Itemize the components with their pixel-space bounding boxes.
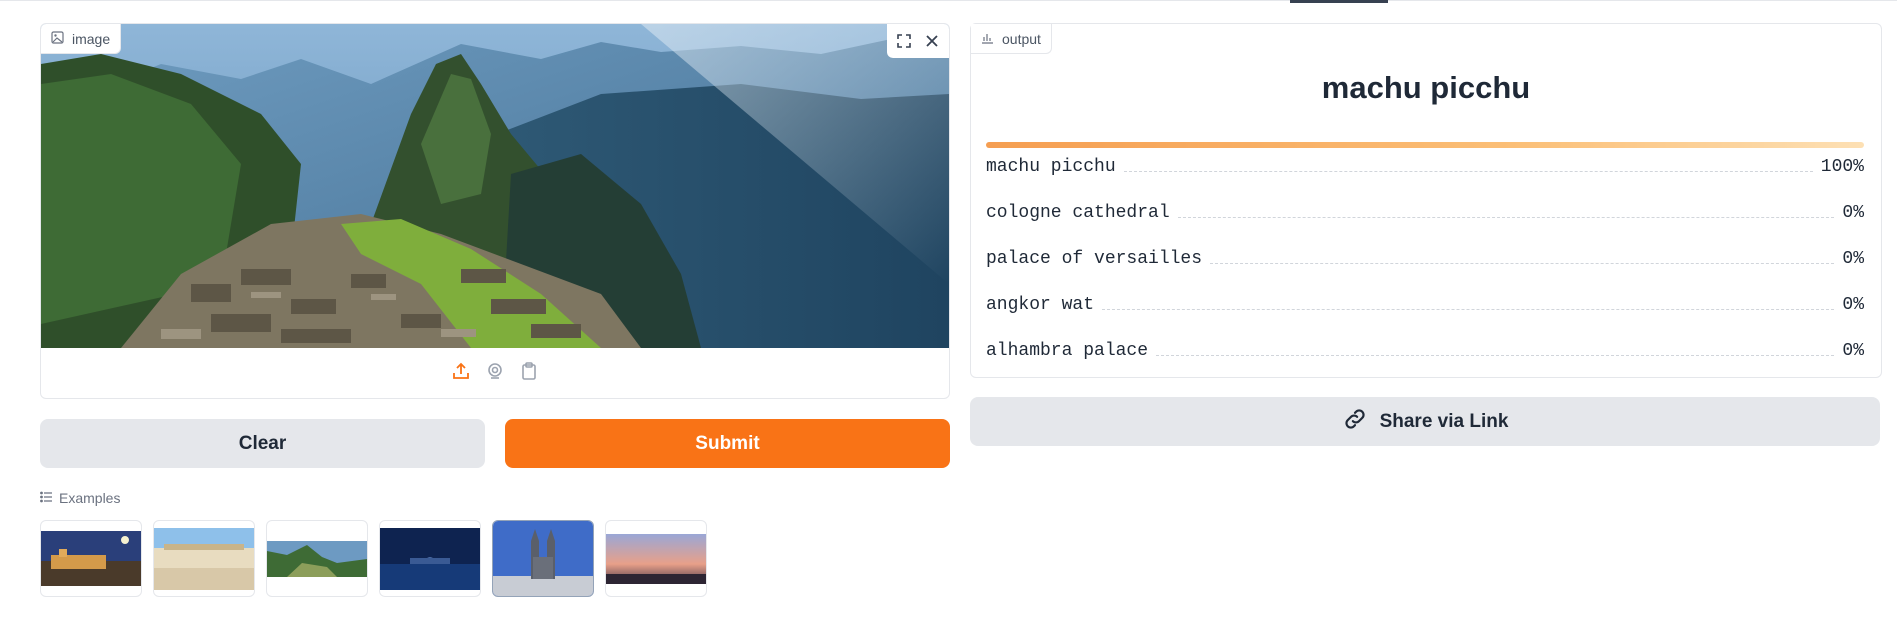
output-panel: output machu picchu machu picchu 100% co… [970, 23, 1882, 378]
confidence-label: machu picchu [986, 157, 1116, 177]
bar-chart-icon [981, 31, 994, 47]
confidence-value: 0% [1842, 341, 1864, 361]
confidence-value: 0% [1842, 295, 1864, 315]
submit-button[interactable]: Submit [505, 419, 950, 468]
versailles-thumbnail [154, 527, 254, 590]
examples-label: Examples [59, 490, 121, 506]
confidence-row: cologne cathedral 0% [986, 197, 1864, 223]
confidence-row: palace of versailles 0% [986, 243, 1864, 269]
confidence-row: angkor wat 0% [986, 289, 1864, 315]
confidence-row: machu picchu 100% [986, 151, 1864, 177]
active-tab-indicator [1290, 0, 1388, 3]
image-label-text: image [72, 30, 111, 47]
output-panel-label: output [971, 24, 1052, 54]
dotted-leader [1156, 355, 1835, 356]
taj-mahal-night-thumbnail [380, 527, 480, 590]
clipboard-icon[interactable] [519, 361, 539, 386]
example-machu-picchu[interactable] [266, 520, 368, 597]
angkor-wat-sunset-thumbnail [606, 533, 706, 584]
machu-picchu-thumbnail [267, 540, 367, 577]
dotted-leader [1102, 309, 1835, 310]
fullscreen-icon[interactable] [891, 28, 917, 54]
example-taj-mahal[interactable] [379, 520, 481, 597]
link-icon [1342, 406, 1368, 438]
top-divider [0, 0, 1897, 1]
examples-header: Examples [40, 490, 120, 506]
image-actions [887, 24, 949, 58]
list-icon [40, 490, 53, 506]
image-source-selector [41, 348, 949, 398]
confidence-label: alhambra palace [986, 341, 1149, 361]
example-versailles[interactable] [153, 520, 255, 597]
top-confidence-bar [986, 142, 1864, 148]
image-input-panel: image [40, 23, 950, 399]
close-icon[interactable] [919, 28, 945, 54]
output-label-text: output [1002, 30, 1041, 47]
confidence-value: 0% [1842, 203, 1864, 223]
predicted-label: machu picchu [1321, 70, 1531, 105]
confidence-row: alhambra palace 0% [986, 335, 1864, 361]
cologne-cathedral-thumbnail [493, 521, 593, 596]
share-via-link-button[interactable]: Share via Link [970, 397, 1880, 446]
dotted-leader [1123, 171, 1813, 172]
confidence-label: angkor wat [986, 295, 1095, 315]
clear-button[interactable]: Clear [40, 419, 485, 468]
confidence-label: palace of versailles [986, 249, 1203, 269]
example-angkor-wat[interactable] [605, 520, 707, 597]
example-alhambra[interactable] [40, 520, 142, 597]
webcam-icon[interactable] [485, 361, 505, 386]
example-cologne-cathedral[interactable] [492, 520, 594, 597]
image-icon [51, 30, 64, 47]
dotted-leader [1177, 217, 1835, 218]
examples-gallery [40, 520, 707, 597]
confidence-label: cologne cathedral [986, 203, 1170, 223]
share-label: Share via Link [1379, 410, 1509, 432]
confidence-value: 0% [1842, 249, 1864, 269]
dotted-leader [1210, 263, 1835, 264]
alhambra-thumbnail [41, 531, 141, 586]
confidence-value: 100% [1820, 157, 1864, 177]
uploaded-image [41, 24, 949, 348]
upload-icon[interactable] [451, 361, 471, 386]
image-panel-label: image [41, 24, 122, 54]
